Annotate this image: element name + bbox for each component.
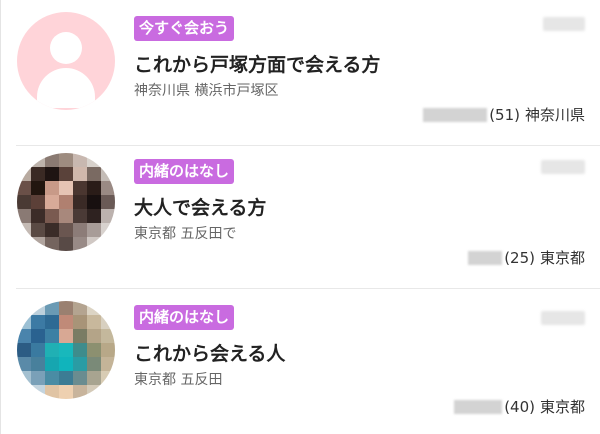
blurred-username (468, 250, 503, 265)
blurred-timestamp (541, 311, 585, 325)
post-title: 大人で会える方 (134, 197, 267, 219)
pixelated-avatar-photo[interactable] (17, 153, 115, 251)
author-age: (51) (489, 105, 520, 124)
post-title: これから戸塚方面で会える方 (134, 54, 381, 76)
post-title: これから会える人 (134, 343, 286, 365)
author-meta: (25) 東京都 (468, 247, 585, 268)
author-age: (25) (504, 248, 535, 267)
author-prefecture: 東京都 (539, 398, 585, 416)
author-meta: (40) 東京都 (454, 396, 585, 417)
default-avatar-icon[interactable] (17, 12, 115, 110)
author-prefecture: 神奈川県 (524, 106, 585, 124)
avatar-body-shape (37, 68, 95, 108)
author-meta: (51) 神奈川県 (423, 104, 585, 125)
post-location: 東京都 五反田 (134, 372, 223, 388)
blurred-username (423, 107, 488, 122)
category-badge: 内緒のはなし (134, 159, 235, 184)
blurred-username (454, 399, 503, 414)
blurred-timestamp (543, 17, 585, 31)
avatar-head-shape (50, 32, 82, 64)
list-item[interactable]: 今すぐ会おう これから戸塚方面で会える方 神奈川県 横浜市戸塚区 (51) 神奈… (1, 0, 600, 146)
category-badge: 今すぐ会おう (134, 16, 235, 41)
blurred-timestamp (541, 160, 585, 174)
post-location: 神奈川県 横浜市戸塚区 (134, 83, 279, 99)
author-prefecture: 東京都 (539, 249, 585, 267)
post-location: 東京都 五反田で (134, 226, 237, 242)
list-item[interactable]: 内緒のはなし これから会える人 東京都 五反田 (40) 東京都 (1, 289, 600, 434)
pixelated-avatar-photo[interactable] (17, 301, 115, 399)
author-age: (40) (504, 397, 535, 416)
category-badge: 内緒のはなし (134, 305, 235, 330)
list-item[interactable]: 内緒のはなし 大人で会える方 東京都 五反田で (25) 東京都 (1, 143, 600, 289)
post-list: 今すぐ会おう これから戸塚方面で会える方 神奈川県 横浜市戸塚区 (51) 神奈… (0, 0, 600, 434)
